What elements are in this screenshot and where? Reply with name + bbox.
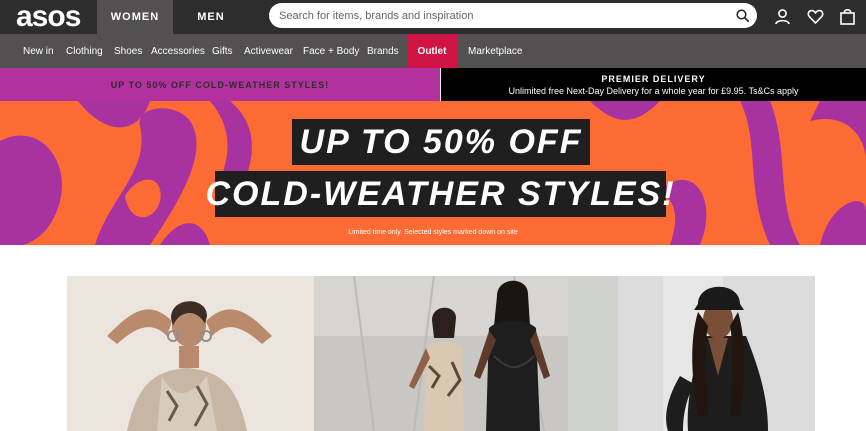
hero-headline-line-1: UP TO 50% OFF: [292, 119, 590, 165]
hero-banner[interactable]: UP TO 50% OFF COLD-WEATHER STYLES! Limit…: [0, 101, 866, 245]
bag-icon[interactable]: [839, 8, 856, 25]
nav-item-outlet[interactable]: Outlet: [407, 34, 457, 68]
tab-men[interactable]: MEN: [173, 0, 249, 34]
premier-delivery-subtitle: Unlimited free Next-Day Delivery for a w…: [508, 85, 799, 96]
search-icon[interactable]: [736, 9, 749, 22]
heart-icon[interactable]: [807, 8, 824, 25]
top-header: asos WOMEN MEN: [0, 0, 866, 34]
nav-item-marketplace[interactable]: Marketplace: [461, 34, 529, 68]
hero-fine-print: Limited time only. Selected styles marke…: [348, 229, 518, 236]
nav-item-brands[interactable]: Brands: [360, 34, 406, 68]
svg-text:asos: asos: [16, 3, 81, 31]
premier-delivery-title: PREMIER DELIVERY: [601, 73, 706, 84]
nav-item-accessories[interactable]: Accessories: [144, 34, 212, 68]
search-input[interactable]: [279, 3, 729, 28]
asos-logo[interactable]: asos: [16, 0, 86, 33]
model-photo-illustration: [314, 276, 568, 431]
nav-item-shoes[interactable]: Shoes: [107, 34, 149, 68]
hero-headline-line-2: COLD-WEATHER STYLES!: [206, 171, 674, 217]
nav-item-clothing[interactable]: Clothing: [59, 34, 110, 68]
account-icon[interactable]: [774, 8, 791, 25]
premier-delivery-banner[interactable]: PREMIER DELIVERY Unlimited free Next-Day…: [441, 68, 866, 101]
tab-women[interactable]: WOMEN: [97, 0, 173, 34]
product-photo-1[interactable]: [67, 276, 314, 431]
product-photo-2[interactable]: [314, 276, 568, 431]
model-photo-illustration: [67, 276, 314, 431]
category-nav: New in Clothing Shoes Accessories Gifts …: [0, 34, 866, 68]
sale-promo-banner[interactable]: UP TO 50% OFF COLD-WEATHER STYLES!: [0, 68, 440, 101]
nav-item-new-in[interactable]: New in: [16, 34, 61, 68]
product-photo-3[interactable]: [568, 276, 815, 431]
search-bar: [269, 3, 757, 28]
nav-item-face-body[interactable]: Face + Body: [296, 34, 366, 68]
model-photo-illustration: [568, 276, 815, 431]
nav-item-gifts[interactable]: Gifts: [205, 34, 240, 68]
nav-item-activewear[interactable]: Activewear: [237, 34, 300, 68]
